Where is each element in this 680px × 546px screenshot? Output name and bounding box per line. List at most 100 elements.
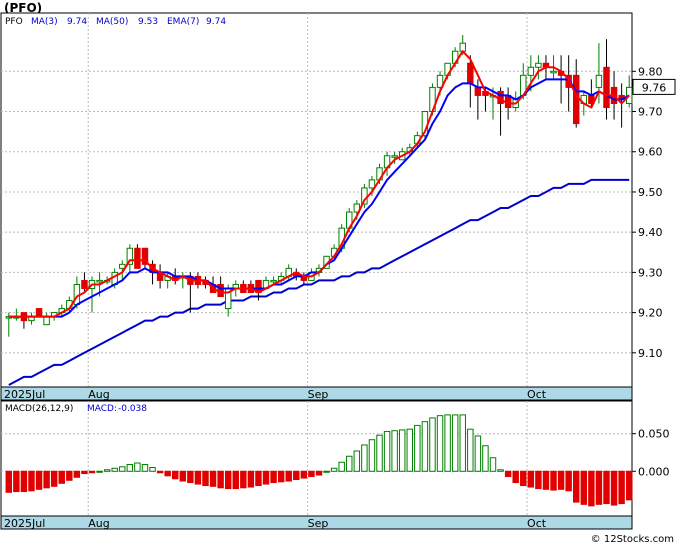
- macd-bar: [489, 457, 497, 472]
- price-y-tick-label: 9.50: [638, 186, 663, 199]
- macd-bar: [398, 429, 406, 472]
- macd-bar: [330, 467, 338, 472]
- macd-bar: [535, 470, 542, 490]
- macd-bar: [512, 470, 519, 484]
- macd-bar: [338, 461, 345, 472]
- last-price-marker: 9.76: [632, 78, 676, 95]
- watermark: © 12Stocks.com: [590, 534, 674, 545]
- macd-date-label: 2025Jul: [4, 517, 45, 530]
- macd-bar: [111, 467, 118, 472]
- candle-body: [573, 74, 580, 125]
- macd-bar: [50, 470, 58, 487]
- macd-bar: [565, 470, 572, 492]
- macd-bar: [217, 470, 224, 489]
- price-y-tick-label: 9.30: [638, 266, 663, 279]
- last-price-label: 9.76: [642, 81, 667, 94]
- macd-bar: [81, 470, 88, 475]
- macd-bar: [285, 470, 292, 482]
- candle-body: [96, 279, 103, 283]
- price-y-tick-label: 9.60: [638, 146, 663, 159]
- macd-bar: [482, 445, 489, 472]
- macd-bar: [255, 470, 262, 487]
- macd-bar: [13, 470, 20, 493]
- candle-body: [527, 66, 535, 76]
- macd-bar: [96, 470, 103, 473]
- macd-bar: [5, 470, 13, 493]
- macd-bar: [58, 470, 65, 484]
- candle-body: [134, 247, 141, 269]
- macd-bar: [103, 469, 111, 472]
- macd-bar: [149, 467, 156, 472]
- macd-y-tick-label: 0.000: [638, 465, 670, 478]
- macd-bar: [293, 470, 300, 481]
- macd-bar: [300, 470, 308, 479]
- candle-body: [270, 279, 277, 283]
- macd-bar: [194, 470, 202, 485]
- macd-bar: [429, 417, 436, 472]
- price-panel: 9.10 9.20 9.30 9.40 9.50 9.60 9.70 9.80 PFO MA(…: [0, 12, 676, 401]
- macd-bar: [459, 414, 466, 472]
- macd-bar: [224, 470, 232, 490]
- price-y-tick-label: 9.10: [638, 347, 663, 360]
- macd-bar: [164, 470, 171, 477]
- candle-body: [550, 70, 557, 74]
- macd-bar: [20, 470, 28, 493]
- macd-legend-label: MACD(26,12,9): [5, 404, 73, 414]
- macd-bar: [270, 470, 277, 484]
- macd-bar: [66, 470, 73, 481]
- macd-bar: [88, 470, 96, 474]
- legend-ma50-label: MA(50): [96, 17, 128, 27]
- macd-bar: [467, 428, 474, 472]
- candle-body: [81, 279, 88, 289]
- price-date-label: Sep: [308, 388, 329, 401]
- macd-bar: [504, 470, 512, 478]
- macd-bar: [580, 470, 588, 505]
- macd-bar: [43, 470, 50, 489]
- candle-body: [595, 74, 603, 88]
- price-y-tick-label: 9.20: [638, 307, 663, 320]
- macd-bar: [474, 435, 482, 472]
- macd-bar: [610, 470, 618, 506]
- legend-ma3-label: MA(3): [31, 17, 58, 27]
- macd-bar: [414, 424, 421, 472]
- macd-bar: [376, 434, 383, 472]
- macd-bar: [346, 455, 353, 472]
- macd-bar: [156, 470, 164, 474]
- legend-ema7-label: EMA(7): [167, 17, 199, 27]
- macd-legend-value-label: MACD:: [87, 404, 117, 414]
- macd-bar: [323, 470, 330, 473]
- legend-ma50-value: 9.53: [138, 17, 158, 27]
- macd-bar: [557, 470, 565, 490]
- macd-bar: [209, 470, 217, 487]
- candle-body: [43, 316, 50, 326]
- macd-bar: [451, 414, 459, 472]
- macd-panel: 0.000 0.050 MACD(26,12,9) MACD: -0.038 20…: [0, 400, 670, 530]
- macd-bar: [202, 470, 209, 487]
- macd-bar: [73, 470, 81, 478]
- macd-bar: [35, 470, 43, 490]
- macd-bar: [361, 444, 368, 472]
- candle-body: [535, 62, 542, 68]
- macd-bar: [550, 470, 557, 491]
- macd-bar: [232, 470, 239, 490]
- macd-bar: [315, 470, 323, 476]
- legend-ema7-value: 9.74: [206, 17, 226, 27]
- macd-bar: [308, 470, 315, 478]
- macd-bar: [172, 470, 179, 480]
- macd-bar: [406, 428, 414, 472]
- macd-bar: [520, 470, 527, 487]
- macd-bar: [421, 421, 429, 472]
- legend-ticker: PFO: [5, 17, 23, 27]
- macd-bar: [262, 470, 270, 485]
- macd-bar: [134, 462, 141, 472]
- price-date-label: Aug: [88, 388, 109, 401]
- macd-bar: [126, 464, 134, 472]
- price-y-tick-label: 9.80: [638, 65, 663, 78]
- macd-bar: [618, 470, 625, 505]
- price-y-tick-labels: 9.10 9.20 9.30 9.40 9.50 9.60 9.70 9.80: [632, 65, 663, 360]
- candle-body: [35, 308, 43, 318]
- macd-date-label: Oct: [527, 517, 547, 530]
- macd-bar: [179, 470, 187, 482]
- macd-bar: [625, 470, 633, 501]
- macd-bar: [527, 470, 535, 488]
